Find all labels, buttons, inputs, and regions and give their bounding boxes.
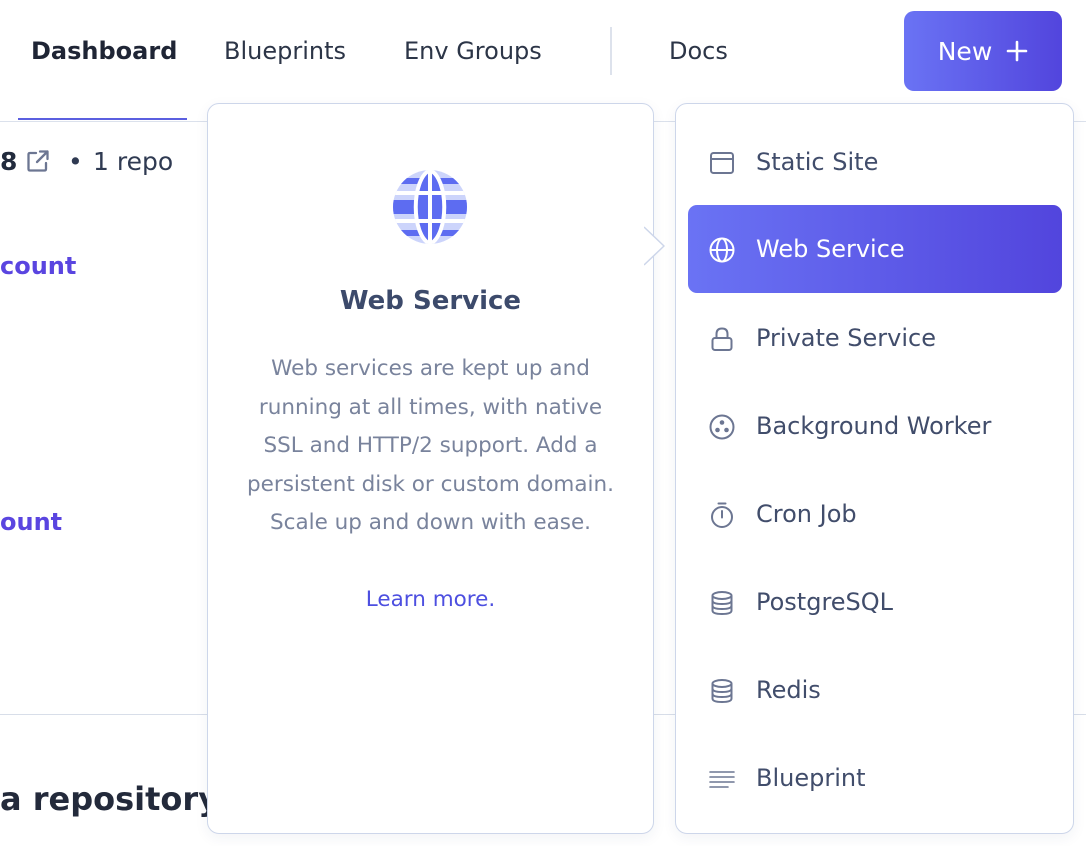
- new-button-label: New: [937, 36, 993, 66]
- new-button[interactable]: New: [904, 11, 1062, 91]
- globe-icon: [393, 170, 467, 244]
- database-icon: [711, 591, 733, 616]
- menu-item-private-service[interactable]: Private Service: [688, 294, 1062, 382]
- menu-item-blueprint[interactable]: Blueprint: [688, 734, 1062, 822]
- learn-more-link[interactable]: Learn more.: [207, 581, 654, 619]
- menu-item-label: Static Site: [756, 148, 879, 176]
- stopwatch-icon: [711, 502, 733, 528]
- nav-divider: [610, 27, 612, 75]
- database-icon: [711, 679, 733, 704]
- nav-docs[interactable]: Docs: [669, 32, 728, 70]
- description-body: Web services are kept up and running at …: [247, 356, 614, 535]
- nav-blueprints[interactable]: Blueprints: [224, 32, 346, 70]
- menu-item-cron-job[interactable]: Cron Job: [688, 470, 1062, 558]
- menu-item-label: Redis: [756, 676, 821, 704]
- menu-item-background-worker[interactable]: Background Worker: [688, 382, 1062, 470]
- menu-item-label: Blueprint: [756, 764, 866, 792]
- owner-name-fragment: 8: [0, 147, 18, 176]
- menu-item-label: Private Service: [756, 324, 936, 352]
- lines-icon: [709, 771, 735, 788]
- account-link-1[interactable]: count: [0, 248, 76, 284]
- menu-item-redis[interactable]: Redis: [688, 646, 1062, 734]
- description-title: Web Service: [339, 286, 522, 316]
- plus-icon: [1006, 40, 1028, 62]
- globe-icon: [709, 237, 735, 263]
- menu-item-label: PostgreSQL: [756, 588, 894, 616]
- menu-item-static-site[interactable]: Static Site: [688, 118, 1062, 206]
- nav-env-groups[interactable]: Env Groups: [404, 32, 542, 70]
- account-link-2[interactable]: ount: [0, 504, 62, 540]
- worker-dots-icon: [709, 414, 735, 440]
- menu-item-label: Web Service: [756, 235, 905, 263]
- nav-dashboard[interactable]: Dashboard: [31, 32, 177, 70]
- section-heading: a repository: [0, 780, 220, 818]
- panel-pointer-arrow: [644, 226, 665, 266]
- lock-icon: [711, 327, 733, 351]
- external-link-icon[interactable]: [25, 148, 51, 174]
- menu-item-label: Cron Job: [756, 500, 857, 528]
- browser-window-icon: [710, 152, 734, 174]
- menu-item-label: Background Worker: [756, 412, 992, 440]
- menu-item-web-service[interactable]: Web Service: [688, 205, 1062, 293]
- nav-active-underline: [18, 118, 187, 120]
- meta-separator: •: [68, 147, 83, 176]
- menu-item-postgresql[interactable]: PostgreSQL: [688, 558, 1062, 646]
- repo-count: 1 repo: [93, 147, 174, 176]
